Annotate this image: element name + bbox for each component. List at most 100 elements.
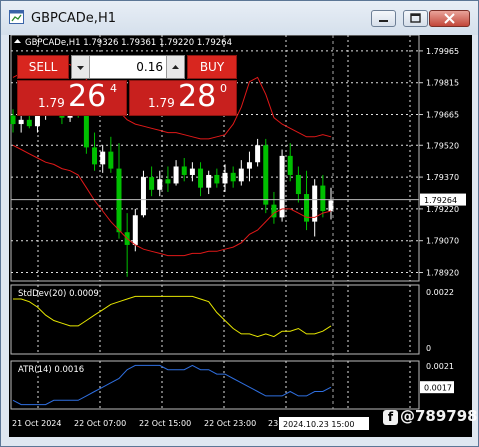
chart-window-icon <box>9 10 24 24</box>
price-tick-label: 1.79815 <box>426 79 459 88</box>
candle-body <box>165 179 171 184</box>
time-tick-label: 22 Oct 15:00 <box>139 419 191 428</box>
candle-body <box>26 119 32 127</box>
price-tick-label: 1.79520 <box>426 141 459 150</box>
candle <box>263 138 269 214</box>
sell-button[interactable]: SELL <box>17 55 69 79</box>
candle-body <box>295 174 301 195</box>
price-tick-label: 1.79070 <box>426 237 459 246</box>
maximize-button[interactable] <box>403 10 428 27</box>
candle <box>108 136 114 173</box>
candle <box>312 179 318 237</box>
price-tick-label: 1.79965 <box>426 47 459 56</box>
social-logo-icon: f <box>383 410 398 425</box>
stddev-tick-label: 0 <box>426 344 431 353</box>
candle-body <box>279 155 285 218</box>
candle-body <box>238 168 244 182</box>
candle <box>214 168 220 188</box>
close-button[interactable] <box>429 10 470 27</box>
candle <box>222 164 228 192</box>
candle-body <box>83 113 89 148</box>
candle-body <box>34 115 40 127</box>
candle-body <box>189 168 195 175</box>
time-tick-label: 22 Oct 23:00 <box>204 419 256 428</box>
candle <box>92 132 98 171</box>
candle <box>100 145 106 173</box>
chart-area[interactable]: 1.79965 1.79815 1.79665 1.79520 1.79370 1.792… <box>9 35 478 437</box>
candle <box>295 166 301 203</box>
candle <box>165 166 171 192</box>
candle <box>124 213 130 277</box>
candle-body <box>157 179 163 190</box>
candle <box>181 158 187 182</box>
candle <box>149 166 155 197</box>
candle-body <box>255 145 261 163</box>
candle <box>173 160 179 186</box>
candle <box>157 170 163 197</box>
candle-body <box>320 185 326 212</box>
stddev-label: StdDev(20) 0.0009 <box>18 289 99 299</box>
chart-ohlc-header: GBPCADe,H1 1.79326 1.79361 1.79220 1.792… <box>25 38 232 48</box>
watermark: f @789798 <box>383 407 478 425</box>
minimize-button[interactable] <box>371 10 396 27</box>
candle-body <box>140 177 146 216</box>
candle <box>140 170 146 218</box>
dropdown-triangle-icon[interactable] <box>13 37 22 46</box>
buy-button[interactable]: BUY <box>187 55 237 79</box>
volume-value[interactable]: 0.16 <box>89 56 167 78</box>
candle <box>206 170 212 195</box>
price-tick-label: 1.79665 <box>426 111 459 120</box>
buy-price-prefix: 1.79 <box>148 96 175 110</box>
candle-body <box>206 174 212 188</box>
candle-body <box>132 215 138 245</box>
price-tick-label: 1.78920 <box>426 269 459 278</box>
watermark-text: @789798 <box>400 407 478 425</box>
sell-price-panel[interactable]: 1.79 26 4 <box>17 79 127 116</box>
minimize-icon <box>379 20 388 22</box>
candle-body <box>214 174 220 184</box>
buy-price-pips: 28 <box>178 79 217 114</box>
candle <box>18 115 24 133</box>
candle <box>116 143 122 239</box>
candle-body <box>116 168 122 233</box>
candle <box>198 162 204 197</box>
candle-body <box>222 172 228 184</box>
candle <box>320 174 326 218</box>
volume-decrease-button[interactable] <box>72 56 90 78</box>
candle <box>279 149 285 222</box>
candle-body <box>100 151 106 165</box>
time-tick-label: 21 Oct 2024 <box>12 419 61 428</box>
candle-body <box>230 172 236 182</box>
maximize-icon <box>410 13 421 23</box>
candle-body <box>149 177 155 190</box>
candle <box>230 166 236 188</box>
atr-current-label: 0.0017 <box>424 384 452 393</box>
candle-body <box>287 155 293 175</box>
volume-increase-button[interactable] <box>166 56 184 78</box>
price-tick-label: 1.79220 <box>426 205 459 214</box>
arrow-down-icon <box>77 66 84 70</box>
candle-body <box>246 162 252 169</box>
candle <box>271 191 277 224</box>
stddev-line <box>13 295 332 338</box>
time-tick-label: 22 Oct 07:00 <box>74 419 126 428</box>
sell-price-fraction: 4 <box>110 82 117 95</box>
price-tick-label: 1.79370 <box>426 173 459 182</box>
sell-price-pips: 26 <box>68 79 107 114</box>
candle <box>189 162 195 182</box>
stddev-tick-label: 0.0022 <box>426 288 454 297</box>
candle <box>304 170 310 231</box>
buy-price-fraction: 0 <box>220 82 227 95</box>
candle-body <box>198 168 204 188</box>
candle-body <box>92 147 98 165</box>
candle-body <box>173 166 179 184</box>
atr-label: ATR(14) 0.0016 <box>18 365 85 375</box>
close-icon <box>444 13 455 24</box>
window-title: GBPCADe,H1 <box>31 11 116 26</box>
current-price-label: 1.79264 <box>424 196 457 205</box>
buy-price-panel[interactable]: 1.79 28 0 <box>129 79 237 116</box>
candle-body <box>181 166 187 175</box>
title-bar[interactable]: GBPCADe,H1 <box>1 1 478 35</box>
volume-field[interactable]: 0.16 <box>71 55 185 79</box>
atr-tick-label: 0.0021 <box>426 362 454 371</box>
